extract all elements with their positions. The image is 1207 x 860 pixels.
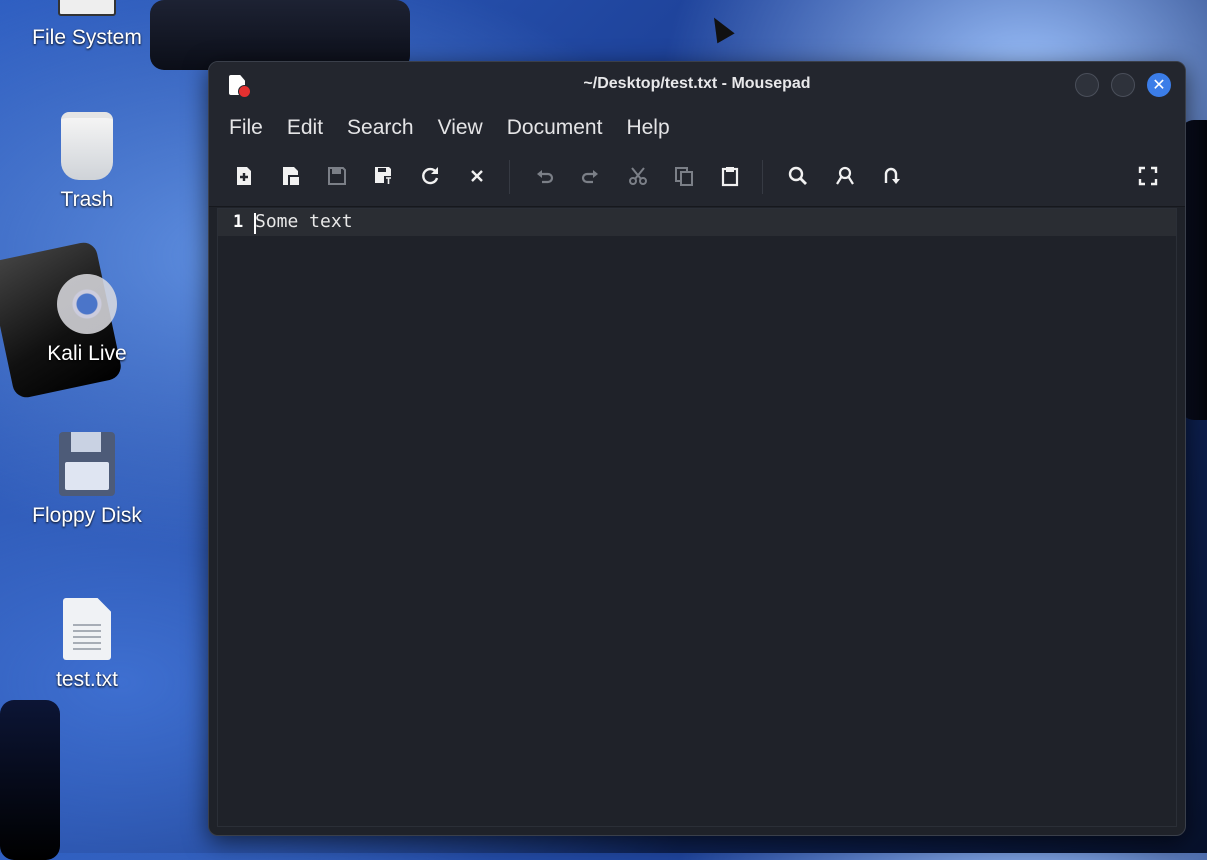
desktop-icon-label: Trash bbox=[60, 188, 114, 211]
menu-bar: File Edit Search View Document Help bbox=[209, 108, 1185, 148]
desktop-icon-kali-live[interactable]: Kali Live bbox=[8, 274, 166, 366]
new-window-icon bbox=[283, 167, 299, 185]
menu-file[interactable]: File bbox=[221, 116, 271, 140]
desktop-icon-label: Kali Live bbox=[47, 342, 127, 365]
menu-document[interactable]: Document bbox=[499, 116, 611, 140]
copy-button[interactable] bbox=[671, 163, 697, 189]
goto-line-icon bbox=[884, 167, 900, 184]
desktop-icon-label: File System bbox=[32, 26, 142, 49]
reload-button[interactable] bbox=[417, 163, 443, 189]
toolbar-separator bbox=[762, 160, 763, 194]
floppy-icon bbox=[59, 432, 115, 496]
desktop-icon-file-system[interactable]: File System bbox=[8, 0, 166, 50]
save-button[interactable] bbox=[324, 163, 350, 189]
desktop-icon-trash[interactable]: Trash bbox=[8, 112, 166, 212]
new-document-icon bbox=[237, 167, 251, 185]
toolbar bbox=[209, 148, 1185, 207]
text-file-icon bbox=[63, 598, 111, 660]
goto-line-button[interactable] bbox=[878, 163, 904, 189]
menu-help[interactable]: Help bbox=[618, 116, 677, 140]
paste-icon bbox=[721, 167, 739, 187]
desktop-icon-label: test.txt bbox=[56, 668, 118, 691]
close-icon: ✕ bbox=[1152, 75, 1166, 94]
minimize-button[interactable] bbox=[1075, 73, 1099, 97]
title-bar[interactable]: ~/Desktop/test.txt - Mousepad ✕ bbox=[209, 62, 1185, 108]
fullscreen-button[interactable] bbox=[1135, 163, 1161, 189]
find-icon bbox=[788, 166, 807, 185]
save-icon bbox=[328, 167, 346, 185]
save-as-icon bbox=[375, 167, 393, 185]
close-document-button[interactable] bbox=[464, 163, 490, 189]
desktop-icon-floppy-disk[interactable]: Floppy Disk bbox=[8, 432, 166, 528]
fullscreen-icon bbox=[1138, 166, 1158, 186]
undo-icon bbox=[537, 170, 554, 184]
find-replace-button[interactable] bbox=[832, 163, 858, 189]
find-button[interactable] bbox=[785, 163, 811, 189]
mousepad-window: ~/Desktop/test.txt - Mousepad ✕ File Edi… bbox=[208, 61, 1186, 836]
line-number: 1 bbox=[233, 212, 244, 232]
maximize-button[interactable] bbox=[1111, 73, 1135, 97]
save-as-button[interactable] bbox=[371, 163, 397, 189]
close-document-icon bbox=[471, 170, 483, 182]
drive-icon bbox=[58, 0, 116, 16]
menu-edit[interactable]: Edit bbox=[279, 116, 331, 140]
new-window-button[interactable] bbox=[278, 163, 304, 189]
desktop-icon-test-txt[interactable]: test.txt bbox=[8, 598, 166, 692]
toolbar-separator bbox=[509, 160, 510, 194]
menu-view[interactable]: View bbox=[430, 116, 491, 140]
line-text[interactable]: Some text bbox=[255, 211, 353, 232]
undo-button[interactable] bbox=[532, 163, 558, 189]
mouse-pointer bbox=[705, 12, 735, 44]
wallpaper-shape bbox=[0, 700, 60, 860]
disc-icon bbox=[57, 274, 117, 334]
menu-search[interactable]: Search bbox=[339, 116, 422, 140]
trash-icon bbox=[61, 112, 113, 180]
redo-button[interactable] bbox=[577, 163, 603, 189]
text-editor[interactable]: 1 Some text bbox=[217, 208, 1177, 827]
new-document-button[interactable] bbox=[231, 163, 257, 189]
reload-icon bbox=[422, 167, 439, 185]
desktop-icon-label: Floppy Disk bbox=[32, 504, 142, 527]
current-line[interactable]: 1 Some text bbox=[218, 209, 1176, 236]
cut-icon bbox=[629, 167, 647, 185]
close-window-button[interactable]: ✕ bbox=[1147, 73, 1171, 97]
redo-icon bbox=[581, 170, 598, 184]
cut-button[interactable] bbox=[625, 163, 651, 189]
window-title: ~/Desktop/test.txt - Mousepad bbox=[583, 75, 811, 92]
copy-icon bbox=[675, 167, 693, 186]
wallpaper-shape bbox=[150, 0, 410, 70]
find-replace-icon bbox=[836, 166, 854, 185]
paste-button[interactable] bbox=[717, 163, 743, 189]
